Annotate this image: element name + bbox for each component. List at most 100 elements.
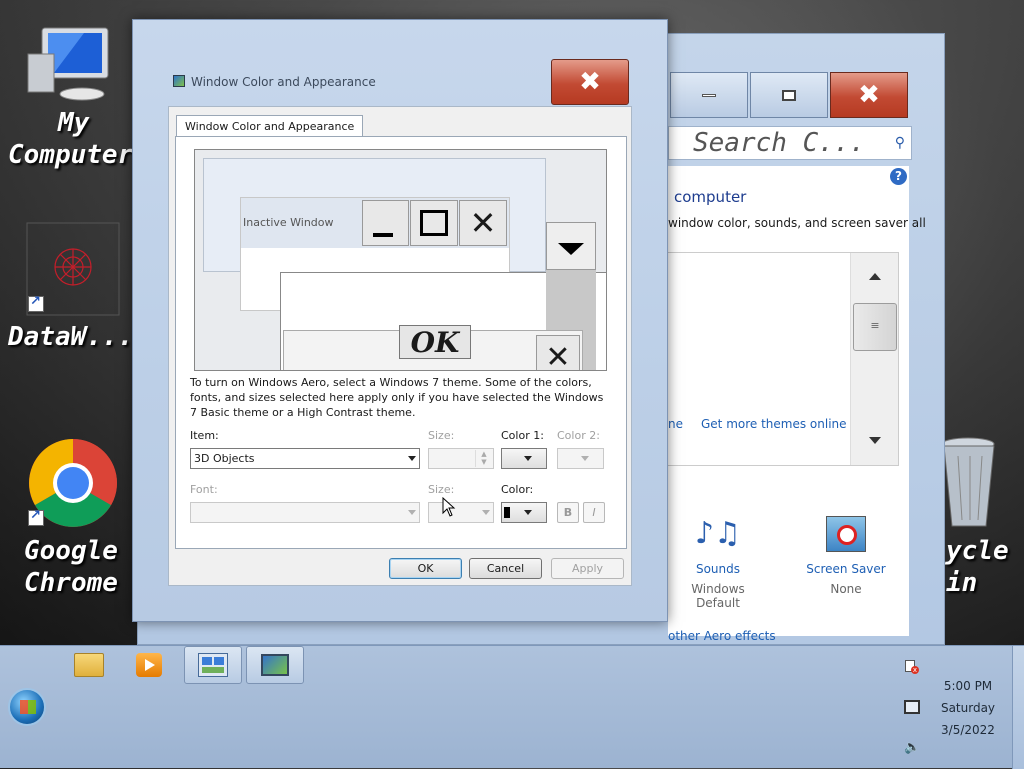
scroll-down-icon[interactable]: [869, 437, 881, 444]
taskbar: x 🔈 5:00 PM Saturday 3/5/2022: [0, 645, 1024, 769]
aero-effects-link[interactable]: other Aero effects: [668, 629, 776, 643]
preview-ok-button: OK: [399, 325, 471, 359]
color2-label: Color 2:: [557, 429, 600, 442]
preview-min-icon: [362, 200, 409, 246]
spinner-arrows-icon: ▲ ▼: [475, 450, 492, 467]
taskbar-control-panel[interactable]: [184, 646, 242, 684]
apply-button[interactable]: Apply: [551, 558, 624, 579]
search-input[interactable]: Search C... ⚲: [668, 126, 912, 160]
page-description: window color, sounds, and screen saver a…: [668, 216, 926, 230]
shortcut-arrow-icon: [28, 294, 44, 312]
taskbar-media-player[interactable]: [120, 646, 178, 684]
windows-logo-icon: [20, 700, 36, 714]
control-panel-icon: [198, 653, 228, 677]
dialog-title: Window Color and Appearance: [191, 75, 376, 89]
bold-button[interactable]: B: [557, 502, 579, 523]
chevron-down-icon: [524, 456, 532, 461]
sounds-label: Sounds: [695, 562, 741, 576]
font-color-label: Color:: [501, 483, 534, 496]
screen-saver-value: None: [830, 582, 862, 596]
folder-icon: [74, 653, 104, 677]
sounds-icon: ♪♫: [694, 516, 742, 551]
themes-list[interactable]: ≡ ne Get more themes online: [668, 252, 899, 466]
appearance-preview[interactable]: Inactive Window ✕ OK ✕: [194, 149, 607, 371]
tab-panel: Inactive Window ✕ OK ✕ To turn on Window…: [175, 136, 627, 549]
media-player-icon: [136, 653, 162, 677]
desktop-icon-my-computer[interactable]: [24, 24, 116, 104]
scroll-thumb[interactable]: ≡: [853, 303, 897, 351]
taskbar-explorer[interactable]: [60, 646, 118, 684]
window-color-appearance-dialog[interactable]: Window Color and Appearance ✖ Window Col…: [132, 19, 668, 622]
color1-label: Color 1:: [501, 429, 544, 442]
themes-scrollbar[interactable]: ≡: [850, 253, 898, 465]
chevron-down-icon: [408, 510, 416, 515]
dialog-client: Window Color and Appearance Inactive Win…: [168, 106, 632, 586]
preview-max-icon: [410, 200, 458, 246]
themes-link-partial[interactable]: ne: [668, 417, 683, 431]
get-more-themes-link[interactable]: Get more themes online: [701, 417, 847, 431]
clock-time[interactable]: 5:00 PM: [930, 679, 1006, 693]
minimize-button[interactable]: [670, 72, 748, 118]
volume-icon[interactable]: 🔈: [904, 740, 920, 755]
preview-close-icon: ✕: [459, 200, 507, 246]
tab-window-color-appearance[interactable]: Window Color and Appearance: [176, 115, 364, 137]
color2-picker[interactable]: [557, 448, 604, 469]
desktop-label-recycle-2: in: [946, 568, 978, 598]
window-color-icon: [173, 75, 185, 87]
chevron-down-icon: [408, 456, 416, 461]
chevron-down-icon: [581, 456, 589, 461]
clock-date[interactable]: 3/5/2022: [930, 723, 1006, 737]
font-label: Font:: [190, 483, 218, 496]
search-icon[interactable]: ⚲: [895, 127, 905, 159]
ok-button[interactable]: OK: [389, 558, 462, 579]
show-desktop-button[interactable]: [1012, 646, 1024, 769]
action-center-icon[interactable]: x: [905, 660, 919, 674]
dialog-close-button[interactable]: ✖: [551, 59, 629, 105]
preview-inactive-title: Inactive Window: [243, 216, 334, 229]
mouse-cursor-icon: [442, 497, 456, 517]
display-icon: [261, 654, 289, 676]
desktop-label-my-computer: My: [58, 108, 90, 138]
color1-picker[interactable]: [501, 448, 547, 469]
preview-msg-close-icon: ✕: [536, 335, 580, 370]
size-spinner[interactable]: ▲ ▼: [428, 448, 494, 469]
font-select[interactable]: [190, 502, 420, 523]
aero-info-text: To turn on Windows Aero, select a Window…: [190, 376, 604, 419]
shortcut-arrow-icon: [28, 508, 44, 526]
help-icon[interactable]: ?: [890, 168, 907, 185]
font-size-select[interactable]: [428, 502, 494, 523]
network-icon[interactable]: [904, 700, 920, 714]
control-panel-content: ? computer window color, sounds, and scr…: [668, 166, 926, 643]
italic-button[interactable]: I: [583, 502, 605, 523]
screen-saver-item[interactable]: Screen Saver None: [796, 516, 896, 596]
desktop-label-chrome-2: Chrome: [24, 568, 118, 598]
screen-saver-icon: [826, 516, 866, 552]
item-label: Item:: [190, 429, 219, 442]
size-label: Size:: [428, 429, 455, 442]
maximize-button[interactable]: [750, 72, 828, 118]
close-button[interactable]: ✖: [830, 72, 908, 118]
scroll-up-icon[interactable]: [869, 273, 881, 280]
close-icon: ✖: [579, 67, 601, 97]
minimize-icon: [702, 93, 716, 97]
preview-message-box[interactable]: OK ✕: [283, 325, 583, 370]
desktop-label-recycle-1: ycle: [946, 536, 1009, 566]
page-heading: computer: [674, 188, 747, 206]
sounds-item[interactable]: ♪♫ Sounds Windows Default: [668, 516, 768, 610]
item-select[interactable]: 3D Objects: [190, 448, 420, 469]
clock-day[interactable]: Saturday: [930, 701, 1006, 715]
taskbar-window-color[interactable]: [246, 646, 304, 684]
start-button[interactable]: [8, 688, 46, 726]
desktop-label-chrome-1: Google: [24, 536, 118, 566]
computer-icon: [27, 27, 109, 101]
maximize-icon: [782, 89, 796, 101]
preview-inactive-titlebar: Inactive Window ✕: [241, 198, 509, 248]
recycle-bin-icon: [941, 437, 995, 527]
screen-saver-label: Screen Saver: [806, 562, 886, 576]
font-color-picker[interactable]: [501, 502, 547, 523]
font-size-label: Size:: [428, 483, 455, 496]
desktop-label-my-computer-2: Computer: [8, 140, 134, 170]
desktop-label-dataw: DataW...: [8, 322, 134, 352]
desktop-icon-recycle-bin[interactable]: [940, 436, 1012, 532]
cancel-button[interactable]: Cancel: [469, 558, 542, 579]
